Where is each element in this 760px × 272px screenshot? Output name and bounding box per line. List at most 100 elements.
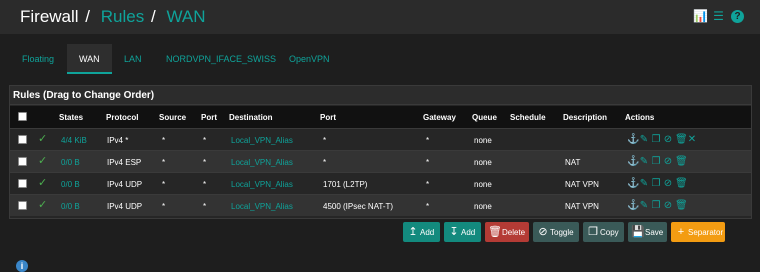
col-schedule: Schedule	[510, 113, 546, 122]
tab-nordvpn-iface-swiss[interactable]: NORDVPN_IFACE_SWISS	[166, 44, 276, 74]
copy-icon[interactable]: ❐	[651, 156, 661, 167]
protocol-cell: IPv4 UDP	[107, 180, 143, 189]
row-checkbox[interactable]	[18, 179, 27, 188]
help-icon[interactable]: ?	[731, 10, 744, 23]
pass-check-icon: ✓	[38, 177, 48, 189]
port-cell: *	[203, 136, 207, 145]
tab-openvpn[interactable]: OpenVPN	[289, 44, 330, 74]
anchor-icon[interactable]: ⚓	[627, 156, 639, 167]
disable-icon[interactable]: ⊘	[663, 156, 673, 167]
plus-icon: +	[677, 226, 685, 238]
tab-wan[interactable]: WAN	[67, 44, 112, 74]
anchor-icon[interactable]: ⚓	[627, 134, 639, 145]
toggle-button[interactable]: ⊘ Toggle	[533, 222, 579, 242]
gateway-cell: *	[426, 180, 430, 189]
add-top-button[interactable]: ↥ Add	[403, 222, 440, 242]
row-checkbox[interactable]	[18, 135, 27, 144]
protocol-cell: IPv4 *	[107, 136, 129, 145]
breadcrumb-separator: /	[150, 7, 156, 26]
gateway-cell: *	[426, 202, 430, 211]
page-header: Firewall / Rules / WAN 📊 ☰ ?	[0, 0, 760, 34]
delete-button[interactable]: 🗑Delete	[485, 222, 529, 242]
destination-cell[interactable]: Local_VPN_Alias	[231, 158, 293, 167]
breadcrumb-wan[interactable]: WAN	[166, 7, 205, 26]
trash-icon[interactable]: 🗑	[675, 178, 688, 189]
source-cell: *	[162, 136, 166, 145]
port-cell: *	[203, 158, 207, 167]
add-bottom-label: Add	[461, 228, 476, 237]
dest-port-cell: *	[323, 136, 327, 145]
edit-icon[interactable]: ✎	[639, 156, 649, 167]
save-button[interactable]: 💾Save	[628, 222, 667, 242]
port-cell: *	[203, 202, 207, 211]
close-icon[interactable]: ✕	[687, 134, 697, 145]
row-checkbox[interactable]	[18, 201, 27, 210]
source-cell: *	[162, 180, 166, 189]
destination-cell[interactable]: Local_VPN_Alias	[231, 180, 293, 189]
table-row[interactable]: ✓ 0/0 B IPv4 UDP * * Local_VPN_Alias 170…	[10, 172, 751, 194]
table-row[interactable]: ✓ 0/0 B IPv4 UDP * * Local_VPN_Alias 450…	[10, 194, 751, 216]
states-cell[interactable]: 0/0 B	[61, 180, 80, 189]
pass-check-icon: ✓	[38, 133, 48, 145]
row-checkbox[interactable]	[18, 157, 27, 166]
protocol-cell: IPv4 ESP	[107, 158, 142, 167]
col-actions: Actions	[625, 113, 655, 122]
breadcrumb: Firewall / Rules / WAN	[20, 7, 205, 27]
destination-cell[interactable]: Local_VPN_Alias	[231, 202, 293, 211]
dest-port-cell: 4500 (IPsec NAT-T)	[323, 202, 394, 211]
pass-check-icon: ✓	[38, 199, 48, 211]
rules-panel: Rules (Drag to Change Order) States Prot…	[9, 85, 752, 219]
dest-port-cell: 1701 (L2TP)	[323, 180, 368, 189]
table-row[interactable]: ✓ 4/4 KiB IPv4 * * * Local_VPN_Alias * *…	[10, 128, 751, 150]
col-port: Port	[201, 113, 217, 122]
states-cell[interactable]: 4/4 KiB	[61, 136, 87, 145]
source-cell: *	[162, 202, 166, 211]
description-cell: NAT VPN	[565, 202, 599, 211]
anchor-icon[interactable]: ⚓	[627, 200, 639, 211]
col-dest-port: Port	[320, 113, 336, 122]
table-row[interactable]: ✓ 0/0 B IPv4 ESP * * Local_VPN_Alias * *…	[10, 150, 751, 172]
col-queue: Queue	[472, 113, 497, 122]
states-cell[interactable]: 0/0 B	[61, 158, 80, 167]
tab-lan[interactable]: LAN	[124, 44, 142, 74]
disable-icon[interactable]: ⊘	[663, 200, 673, 211]
edit-icon[interactable]: ✎	[639, 200, 649, 211]
edit-icon[interactable]: ✎	[639, 178, 649, 189]
copy-icon[interactable]: ❐	[651, 134, 661, 145]
breadcrumb-separator: /	[85, 7, 91, 26]
trash-icon[interactable]: 🗑	[675, 200, 688, 211]
separator-button[interactable]: + Separator	[671, 222, 725, 242]
states-cell[interactable]: 0/0 B	[61, 202, 80, 211]
col-destination: Destination	[229, 113, 273, 122]
breadcrumb-rules[interactable]: Rules	[101, 7, 144, 26]
description-cell: NAT	[565, 158, 581, 167]
select-all-checkbox[interactable]	[18, 112, 27, 121]
copy-button[interactable]: ❐ Copy	[583, 222, 624, 242]
list-icon[interactable]: ☰	[712, 10, 725, 23]
info-icon[interactable]: i	[16, 260, 28, 272]
copy-icon[interactable]: ❐	[651, 200, 661, 211]
add-bottom-button[interactable]: ↧ Add	[444, 222, 481, 242]
trash-icon[interactable]: 🗑	[675, 134, 688, 145]
tab-floating[interactable]: Floating	[22, 44, 54, 74]
queue-cell: none	[474, 202, 492, 211]
chart-icon[interactable]: 📊	[693, 10, 708, 23]
pass-check-icon: ✓	[38, 155, 48, 167]
disable-icon[interactable]: ⊘	[663, 134, 673, 145]
anchor-icon[interactable]: ⚓	[627, 178, 639, 189]
disable-icon: ⊘	[538, 226, 548, 238]
separator-label: Separator	[688, 228, 724, 237]
trash-icon[interactable]: 🗑	[675, 156, 688, 167]
trash-icon: 🗑	[488, 226, 502, 238]
edit-icon[interactable]: ✎	[639, 134, 649, 145]
breadcrumb-firewall: Firewall	[20, 7, 79, 26]
dest-port-cell: *	[323, 158, 327, 167]
disable-icon[interactable]: ⊘	[663, 178, 673, 189]
destination-cell[interactable]: Local_VPN_Alias	[231, 136, 293, 145]
port-cell: *	[203, 180, 207, 189]
delete-label: Delete	[502, 228, 526, 237]
copy-icon[interactable]: ❐	[651, 178, 661, 189]
col-description: Description	[563, 113, 608, 122]
arrow-down-icon: ↧	[449, 226, 459, 238]
copy-label: Copy	[600, 228, 619, 237]
